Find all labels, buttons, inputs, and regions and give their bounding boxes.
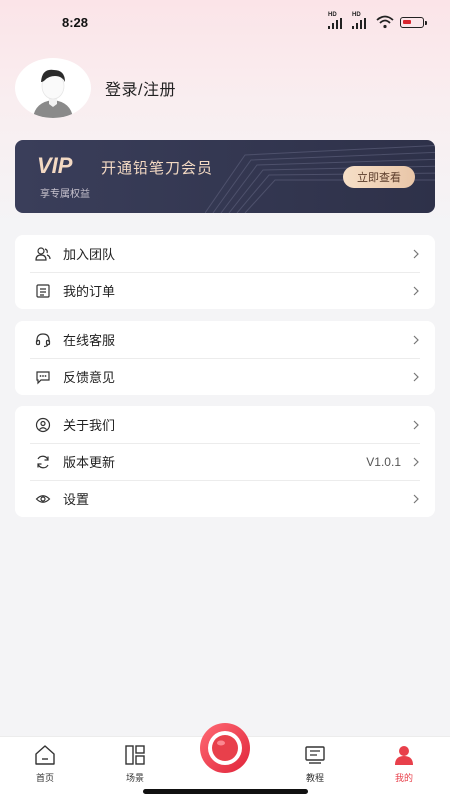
menu-item-online-service[interactable]: 在线客服 bbox=[15, 321, 435, 358]
menu-item-feedback[interactable]: 反馈意见 bbox=[15, 358, 435, 395]
tab-home[interactable]: 首页 bbox=[15, 744, 75, 784]
menu-item-version-update[interactable]: 版本更新 V1.0.1 bbox=[15, 443, 435, 480]
menu-item-label: 加入团队 bbox=[63, 247, 116, 262]
menu-item-label: 设置 bbox=[63, 492, 90, 507]
home-icon bbox=[34, 744, 56, 766]
login-register-link[interactable]: 登录/注册 bbox=[105, 76, 176, 100]
menu-group-app: 关于我们 版本更新 V1.0.1 设置 bbox=[15, 406, 435, 517]
menu-item-label: 关于我们 bbox=[63, 418, 116, 433]
scene-icon bbox=[124, 744, 146, 766]
chevron-right-icon bbox=[413, 494, 419, 503]
profile-header[interactable]: 登录/注册 bbox=[15, 58, 176, 118]
chevron-right-icon bbox=[413, 457, 419, 466]
tab-scene[interactable]: 场景 bbox=[105, 744, 165, 784]
svg-text:VIP: VIP bbox=[37, 154, 73, 178]
headset-icon bbox=[35, 332, 51, 348]
record-button[interactable] bbox=[194, 722, 256, 774]
vip-view-button[interactable]: 立即查看 bbox=[343, 166, 415, 188]
chevron-right-icon bbox=[413, 372, 419, 381]
tab-mine[interactable]: 我的 bbox=[374, 744, 434, 784]
menu-item-my-orders[interactable]: 我的订单 bbox=[15, 272, 435, 309]
menu-group-support: 在线客服 反馈意见 bbox=[15, 321, 435, 395]
menu-item-label: 版本更新 bbox=[63, 455, 116, 470]
chevron-right-icon bbox=[413, 335, 419, 344]
menu-item-join-team[interactable]: 加入团队 bbox=[15, 235, 435, 272]
feedback-icon bbox=[35, 369, 51, 385]
menu-item-label: 在线客服 bbox=[63, 333, 116, 348]
avatar-illustration-icon bbox=[33, 69, 73, 118]
vip-subtitle: 享专属权益 bbox=[40, 189, 90, 200]
wifi-icon bbox=[376, 15, 394, 29]
version-number: V1.0.1 bbox=[366, 454, 401, 469]
team-icon bbox=[35, 246, 51, 262]
avatar[interactable] bbox=[15, 58, 91, 118]
status-time: 8:28 bbox=[62, 14, 89, 30]
vip-title: 开通铅笔刀会员 bbox=[101, 160, 214, 177]
about-icon bbox=[35, 417, 51, 433]
settings-icon bbox=[35, 491, 51, 507]
status-icons: HD HD bbox=[328, 12, 427, 29]
menu-item-label: 反馈意见 bbox=[63, 370, 116, 385]
chevron-right-icon bbox=[413, 420, 419, 429]
menu-item-label: 我的订单 bbox=[63, 284, 116, 299]
tab-label: 教程 bbox=[305, 773, 324, 783]
tab-tutorial[interactable]: 教程 bbox=[285, 744, 345, 784]
home-indicator bbox=[143, 789, 308, 794]
status-bar: 8:28 HD HD bbox=[0, 0, 450, 44]
menu-group-account: 加入团队 我的订单 bbox=[15, 235, 435, 309]
tab-label: 首页 bbox=[35, 773, 54, 783]
cellular-signal-icon-2: HD bbox=[352, 12, 370, 29]
record-icon bbox=[200, 723, 250, 773]
vip-banner[interactable]: VIP 开通铅笔刀会员 享专属权益 立即查看 bbox=[15, 140, 435, 213]
order-icon bbox=[35, 283, 51, 299]
chevron-right-icon bbox=[413, 249, 419, 258]
tab-label: 我的 bbox=[394, 773, 413, 783]
menu-item-about-us[interactable]: 关于我们 bbox=[15, 406, 435, 443]
battery-icon bbox=[400, 16, 427, 28]
menu-item-settings[interactable]: 设置 bbox=[15, 480, 435, 517]
refresh-icon bbox=[35, 454, 51, 470]
cellular-signal-icon: HD bbox=[328, 12, 346, 29]
tutorial-icon bbox=[304, 744, 326, 766]
tab-label: 场景 bbox=[125, 773, 144, 783]
vip-logo-icon: VIP bbox=[37, 154, 73, 178]
profile-icon bbox=[393, 744, 415, 766]
chevron-right-icon bbox=[413, 286, 419, 295]
